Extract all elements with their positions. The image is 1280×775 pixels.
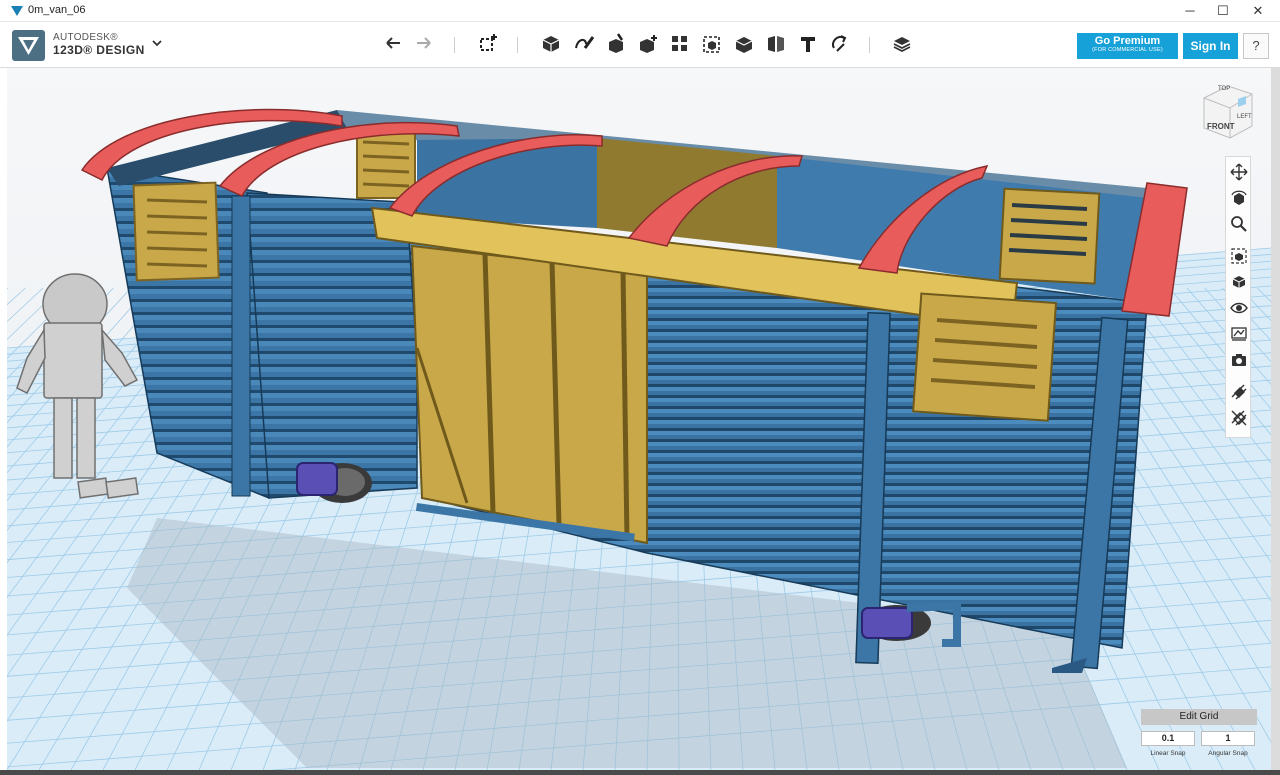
title-bar: 0m_van_06 ─ ☐ ✕ xyxy=(0,0,1280,22)
view-cube[interactable]: TOP FRONT LEFT xyxy=(1200,82,1256,140)
sliding-door[interactable] xyxy=(410,244,648,545)
materials-icon[interactable] xyxy=(1230,325,1248,343)
view-cube-left-label: LEFT xyxy=(1237,114,1252,120)
construct-icon[interactable] xyxy=(604,32,628,56)
linear-snap-field[interactable]: 0.1 xyxy=(1141,731,1195,746)
hide-grid-icon[interactable] xyxy=(1230,409,1248,427)
measure-icon[interactable] xyxy=(764,32,788,56)
grouping-icon[interactable] xyxy=(700,32,724,56)
main-toolbar: AUTODESK® 123D® DESIGN Go Premium (FOR C… xyxy=(0,22,1280,68)
toolbar-separator xyxy=(869,37,870,53)
brand-autodesk: AUTODESK® xyxy=(53,32,118,43)
sketch-icon[interactable] xyxy=(572,32,596,56)
angular-snap-label: Angular Snap xyxy=(1208,750,1248,757)
combine-icon[interactable] xyxy=(732,32,756,56)
edit-grid-button[interactable]: Edit Grid xyxy=(1141,709,1257,725)
primitives-icon[interactable] xyxy=(539,32,563,56)
desktop-background-strip xyxy=(1271,68,1280,775)
view-mode-icon[interactable] xyxy=(1230,273,1248,291)
app-window: 0m_van_06 ─ ☐ ✕ AUTODESK® 123D® DESIGN G… xyxy=(0,0,1280,775)
modify-icon[interactable] xyxy=(636,32,660,56)
app-logo-icon xyxy=(11,6,23,16)
visibility-icon[interactable] xyxy=(1230,299,1248,317)
go-premium-sublabel: (FOR COMMERCIAL USE) xyxy=(1092,47,1163,53)
fit-icon[interactable] xyxy=(1230,247,1248,265)
text-icon[interactable] xyxy=(796,32,820,56)
3d-viewport[interactable]: TOP FRONT LEFT Edit Grid 0.1 1 Linear Sn… xyxy=(7,68,1271,770)
app-logo-icon[interactable] xyxy=(12,30,45,61)
navigation-bar xyxy=(1225,156,1251,438)
orbit-icon[interactable] xyxy=(1230,189,1248,207)
scene-canvas[interactable] xyxy=(7,68,1271,770)
chevron-down-icon[interactable] xyxy=(150,36,164,50)
zoom-icon[interactable] xyxy=(1230,215,1248,233)
toolbar-separator xyxy=(517,37,518,53)
material-icon[interactable] xyxy=(890,32,914,56)
minimize-button[interactable]: ─ xyxy=(1172,0,1208,22)
grid-snap-panel: Edit Grid 0.1 1 Linear Snap Angular Snap xyxy=(1141,709,1257,761)
taskbar-edge xyxy=(0,770,1280,775)
close-button[interactable]: ✕ xyxy=(1240,0,1276,22)
toolbar-separator xyxy=(454,37,455,53)
view-cube-front-label: FRONT xyxy=(1207,122,1235,131)
angular-snap-field[interactable]: 1 xyxy=(1201,731,1255,746)
snap-icon[interactable] xyxy=(828,32,852,56)
redo-icon[interactable] xyxy=(412,32,436,56)
undo-icon[interactable] xyxy=(381,32,405,56)
window-title: 0m_van_06 xyxy=(28,4,86,16)
pattern-icon[interactable] xyxy=(668,32,692,56)
show-grid-icon[interactable] xyxy=(1230,383,1248,401)
pan-icon[interactable] xyxy=(1230,163,1248,181)
screenshot-icon[interactable] xyxy=(1230,351,1248,369)
transform-icon[interactable] xyxy=(476,32,500,56)
go-premium-label: Go Premium xyxy=(1094,35,1161,47)
brand-product: 123D® DESIGN xyxy=(53,43,145,57)
view-cube-top-label: TOP xyxy=(1218,86,1231,92)
go-premium-button[interactable]: Go Premium (FOR COMMERCIAL USE) xyxy=(1077,33,1178,59)
help-button[interactable]: ? xyxy=(1243,33,1269,59)
linear-snap-label: Linear Snap xyxy=(1150,750,1186,757)
sign-in-button[interactable]: Sign In xyxy=(1183,33,1238,59)
maximize-button[interactable]: ☐ xyxy=(1205,0,1241,22)
